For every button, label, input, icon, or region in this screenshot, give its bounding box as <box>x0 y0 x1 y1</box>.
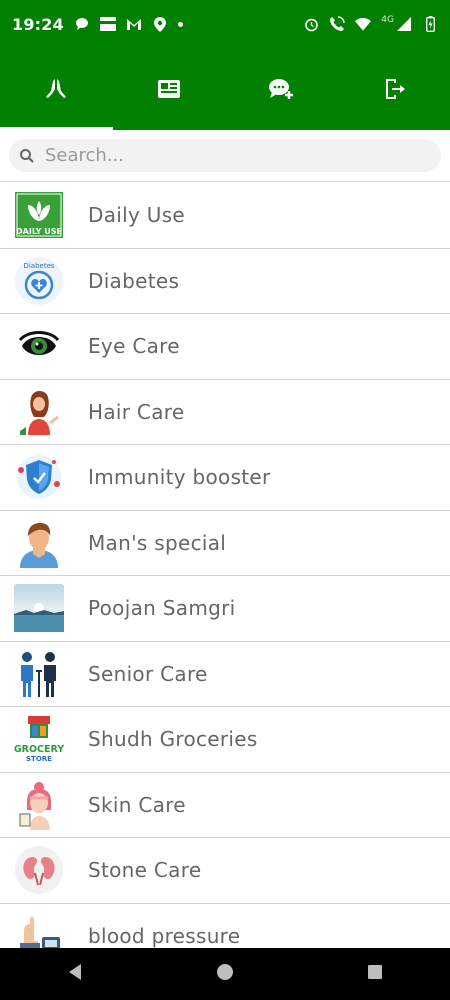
list-item-label: Hair Care <box>88 399 185 424</box>
search-input[interactable] <box>43 144 407 167</box>
chat-bubble-icon <box>74 16 90 32</box>
svg-text:STORE: STORE <box>26 755 52 763</box>
svg-text:Diabetes: Diabetes <box>23 262 54 270</box>
list-item[interactable]: GROCERY STORE Shudh Groceries <box>0 707 450 773</box>
network-type-label: 4G <box>381 15 394 25</box>
search-box[interactable] <box>9 139 441 172</box>
svg-text:GROCERY: GROCERY <box>14 744 64 755</box>
tab-chat[interactable] <box>225 52 338 130</box>
hair-care-icon <box>14 387 64 437</box>
search-icon <box>19 148 35 164</box>
list-item[interactable]: Hair Care <box>0 380 450 445</box>
location-icon <box>152 16 168 32</box>
cell-signal-icon <box>396 16 412 32</box>
card-icon <box>99 16 116 32</box>
list-item-label: Man's special <box>88 530 227 555</box>
news-icon <box>157 78 181 104</box>
tab-logout[interactable] <box>338 52 450 130</box>
list-item-label: Poojan Samgri <box>88 596 236 621</box>
list-item-label: Stone Care <box>88 858 202 883</box>
home-circle-icon <box>216 963 234 985</box>
bp-monitor-icon <box>14 911 64 948</box>
alarm-icon <box>303 16 319 32</box>
landscape-photo-icon <box>14 583 64 633</box>
home-button[interactable] <box>205 954 245 994</box>
wifi-call-icon <box>329 16 345 32</box>
grocery-store-icon: GROCERY STORE <box>14 714 64 764</box>
list-item[interactable]: Stone Care <box>0 838 450 904</box>
list-item-label: Diabetes <box>88 268 180 293</box>
category-list: DAILY USE Daily Use Diabetes Diabetes Ey… <box>0 183 450 948</box>
list-item[interactable]: blood pressure <box>0 904 450 948</box>
list-item[interactable]: Poojan Samgri <box>0 576 450 642</box>
senior-couple-icon <box>14 649 64 699</box>
chat-add-icon <box>268 77 294 105</box>
list-item[interactable]: Skin Care <box>0 773 450 838</box>
skin-care-icon <box>14 780 64 830</box>
diabetes-icon: Diabetes <box>14 256 64 306</box>
gmail-icon <box>126 16 142 32</box>
battery-icon <box>422 16 438 32</box>
shield-virus-icon <box>14 452 64 502</box>
list-item[interactable]: Immunity booster <box>0 445 450 511</box>
logout-icon <box>382 77 406 105</box>
list-item[interactable]: Senior Care <box>0 642 450 707</box>
list-item-label: blood pressure <box>88 923 241 948</box>
back-triangle-icon <box>67 963 83 985</box>
svg-text:DAILY USE: DAILY USE <box>16 227 62 236</box>
daily-use-icon: DAILY USE <box>14 190 64 240</box>
list-item[interactable]: DAILY USE Daily Use <box>0 183 450 249</box>
man-avatar-icon <box>14 518 64 568</box>
list-item[interactable]: Eye Care <box>0 314 450 380</box>
list-item-label: Daily Use <box>88 203 186 228</box>
tab-bar <box>0 52 450 130</box>
tab-prayer[interactable] <box>0 52 113 130</box>
kidney-icon <box>14 845 64 895</box>
search-area <box>0 130 450 182</box>
eye-icon <box>14 321 64 371</box>
list-item-label: Skin Care <box>88 792 186 817</box>
tab-news[interactable] <box>113 52 226 130</box>
recents-square-icon <box>367 964 383 984</box>
list-item-label: Eye Care <box>88 334 180 359</box>
wifi-icon <box>355 16 372 32</box>
list-item-label: Shudh Groceries <box>88 727 258 752</box>
list-item[interactable]: Man's special <box>0 511 450 576</box>
list-item-label: Senior Care <box>88 661 208 686</box>
list-item-label: Immunity booster <box>88 465 271 490</box>
back-button[interactable] <box>55 954 95 994</box>
recents-button[interactable] <box>355 954 395 994</box>
notification-dot-icon <box>177 21 183 27</box>
prayer-icon <box>44 77 68 105</box>
system-nav-bar <box>0 948 450 1000</box>
status-time: 19:24 <box>12 14 64 34</box>
app-bar: 19:24 4G <box>0 0 450 130</box>
status-bar: 19:24 4G <box>0 0 450 48</box>
list-item[interactable]: Diabetes Diabetes <box>0 249 450 314</box>
